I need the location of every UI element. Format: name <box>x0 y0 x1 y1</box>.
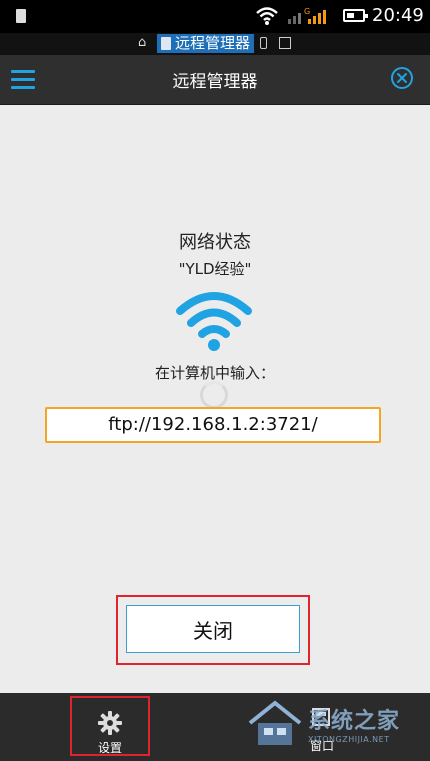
computer-icon <box>279 37 291 49</box>
nav-settings[interactable]: 设置 <box>70 696 150 756</box>
watermark: 系统之家 XITONGZHIJIA.NET <box>240 693 430 761</box>
network-status-label: 网络状态 <box>179 232 251 253</box>
network-type-label: G <box>304 7 310 16</box>
wifi-icon <box>176 292 252 351</box>
home-icon: ⌂ <box>138 35 147 50</box>
network-name: "YLD经验" <box>178 260 252 278</box>
notification-bar: ⌂ 远程管理器 <box>0 33 430 55</box>
ftp-address-field[interactable]: ftp://192.168.1.2:3721/ <box>45 407 381 443</box>
close-circle-icon[interactable] <box>390 66 414 90</box>
status-time: 20:49 <box>372 5 424 26</box>
nav-settings-label: 设置 <box>97 741 122 755</box>
app-title: 远程管理器 <box>172 72 258 92</box>
watermark-house-icon <box>248 700 302 745</box>
notification-title[interactable]: 远程管理器 <box>157 34 255 53</box>
close-button[interactable]: 关闭 <box>126 605 300 653</box>
wifi-status-icon <box>256 7 278 25</box>
app-notification-icon <box>16 9 26 23</box>
main-content: 网络状态 "YLD经验" 在计算机中输入： ftp://192.168.1.2:… <box>0 105 430 693</box>
battery-icon <box>343 9 368 22</box>
watermark-text: 系统之家 <box>308 708 401 734</box>
app-bar: 远程管理器 <box>0 55 430 105</box>
watermark-subtext: XITONGZHIJIA.NET <box>308 735 390 744</box>
loading-spinner <box>200 381 228 409</box>
status-bar: G 20:49 <box>0 0 430 33</box>
phone-icon <box>260 37 267 49</box>
gear-icon <box>98 711 122 735</box>
bottom-nav: 设置 窗口 系统之家 XITONGZHIJIA.NET <box>0 693 430 761</box>
instruction-text: 在计算机中输入： <box>154 364 275 382</box>
signal-strength-icon: G <box>288 7 326 24</box>
